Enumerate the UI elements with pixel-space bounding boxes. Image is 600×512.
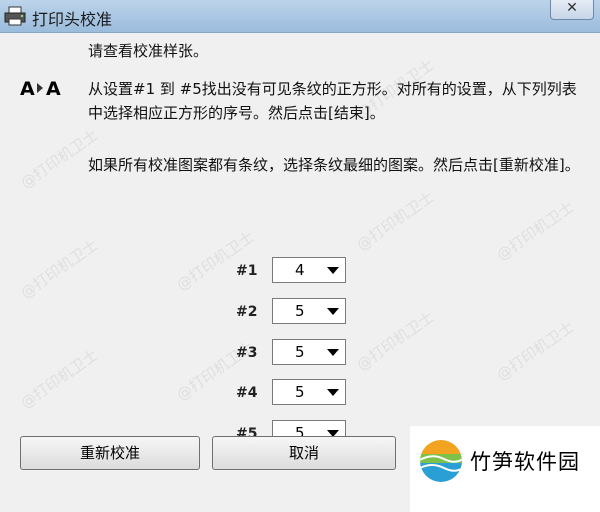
- setting-select-3[interactable]: 5: [272, 339, 346, 365]
- svg-text:A: A: [46, 78, 61, 99]
- recalibrate-instructions: 如果所有校准图案都有条纹，选择条纹最细的图案。然后点击[重新校准]。: [88, 156, 580, 174]
- close-button[interactable]: ✕: [550, 0, 594, 20]
- recalibrate-button[interactable]: 重新校准: [20, 436, 200, 470]
- printer-icon: [4, 6, 26, 26]
- setting-value-1: 4: [295, 261, 305, 279]
- aa-alignment-icon: A A: [20, 78, 61, 99]
- cancel-button[interactable]: 取消: [212, 436, 396, 470]
- close-icon: ✕: [566, 0, 578, 16]
- setting-label-4: #4: [236, 385, 258, 401]
- setting-label-3: #3: [236, 345, 258, 361]
- title-bar: 打印头校准 ✕: [0, 0, 600, 33]
- setting-select-1[interactable]: 4: [272, 257, 346, 283]
- setting-select-4[interactable]: 5: [272, 379, 346, 405]
- find-square-instructions: 从设置#1 到 #5找出没有可见条纹的正方形。对所有的设置，从下列列表中选择相应…: [88, 80, 577, 122]
- brand-overlay: 竹笋软件园: [410, 426, 600, 512]
- setting-label-2: #2: [236, 304, 258, 320]
- setting-select-2[interactable]: 5: [272, 298, 346, 324]
- dropdown-arrow-icon: [327, 267, 339, 274]
- dropdown-arrow-icon: [327, 389, 339, 396]
- setting-value-3: 5: [295, 343, 305, 361]
- window-title: 打印头校准: [32, 10, 113, 29]
- bamboo-shoot-logo-icon: [420, 440, 462, 482]
- setting-value-4: 5: [295, 383, 305, 401]
- dropdown-arrow-icon: [327, 308, 339, 315]
- instruction-text: 请查看校准样张。: [88, 42, 209, 60]
- svg-text:A: A: [20, 78, 35, 99]
- setting-value-2: 5: [295, 302, 305, 320]
- setting-label-1: #1: [236, 263, 258, 279]
- brand-name: 竹笋软件园: [470, 450, 580, 474]
- dropdown-arrow-icon: [327, 349, 339, 356]
